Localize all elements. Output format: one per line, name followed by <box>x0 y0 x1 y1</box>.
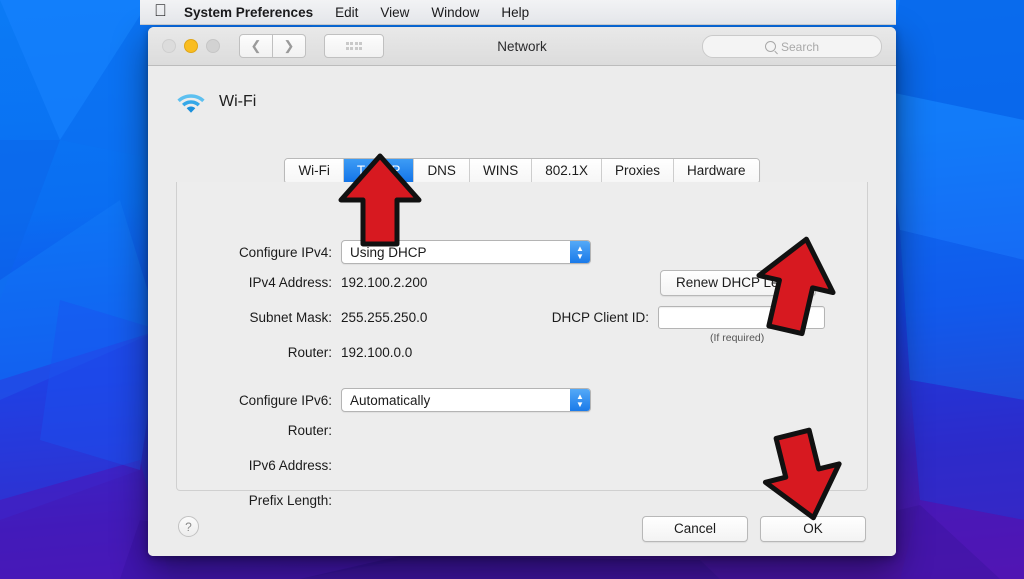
service-name: Wi-Fi <box>219 93 256 111</box>
search-input[interactable]: Search <box>702 35 882 58</box>
wifi-icon <box>176 90 206 114</box>
menu-item-view[interactable]: View <box>380 5 409 20</box>
tabs-group: Wi-Fi TCP/IP DNS WINS 802.1X Proxies Har… <box>284 158 759 184</box>
ipv4-address-row: IPv4 Address: 192.100.2.200 <box>201 275 427 290</box>
configure-ipv4-value: Using DHCP <box>342 245 427 260</box>
window-titlebar: ❮ ❯ Network Search <box>148 27 896 66</box>
configure-ipv6-select[interactable]: Automatically ▲▼ <box>341 388 591 412</box>
window-body: Wi-Fi Wi-Fi TCP/IP DNS WINS 802.1X Proxi… <box>148 66 896 556</box>
configure-ipv4-select[interactable]: Using DHCP ▲▼ <box>341 240 591 264</box>
subnet-mask-label: Subnet Mask: <box>201 310 341 325</box>
tab-bar: Wi-Fi TCP/IP DNS WINS 802.1X Proxies Har… <box>148 158 896 184</box>
renew-dhcp-lease-button[interactable]: Renew DHCP Lease <box>660 270 816 296</box>
ipv6-address-label: IPv6 Address: <box>201 458 341 473</box>
chevron-updown-icon-ipv6[interactable]: ▲▼ <box>570 389 590 411</box>
close-button[interactable] <box>162 39 176 53</box>
search-icon <box>765 41 776 52</box>
tab-8021x[interactable]: 802.1X <box>532 159 602 183</box>
ipv4-router-value: 192.100.0.0 <box>341 345 412 360</box>
cancel-button[interactable]: Cancel <box>642 516 748 542</box>
ipv6-router-label: Router: <box>201 423 341 438</box>
dhcp-client-id-row: DHCP Client ID: <box>522 306 825 329</box>
tab-tcpip[interactable]: TCP/IP <box>344 159 415 183</box>
grid-dots <box>346 42 363 50</box>
chevron-updown-icon[interactable]: ▲▼ <box>570 241 590 263</box>
menu-item-system-preferences[interactable]: System Preferences <box>184 5 313 20</box>
tcpip-settings-panel: Configure IPv4: Using DHCP ▲▼ IPv4 Addre… <box>176 182 868 491</box>
ipv4-router-row: Router: 192.100.0.0 <box>201 345 412 360</box>
dhcp-client-id-hint: (If required) <box>710 332 764 344</box>
ipv4-router-label: Router: <box>201 345 341 360</box>
dhcp-client-id-label: DHCP Client ID: <box>522 310 658 325</box>
apple-logo-icon[interactable]:  <box>154 3 168 20</box>
minimize-button[interactable] <box>184 39 198 53</box>
configure-ipv4-row: Configure IPv4: Using DHCP ▲▼ <box>201 240 591 264</box>
tab-wins[interactable]: WINS <box>470 159 532 183</box>
dialog-buttons: Cancel OK <box>642 516 866 542</box>
zoom-button[interactable] <box>206 39 220 53</box>
ipv4-address-label: IPv4 Address: <box>201 275 341 290</box>
help-label: ? <box>185 520 192 534</box>
desktop-screen:  System Preferences Edit View Window He… <box>0 0 1024 579</box>
prefix-length-row: Prefix Length: <box>201 493 341 508</box>
grid-view-icon[interactable] <box>324 34 384 58</box>
prefix-length-label: Prefix Length: <box>201 493 341 508</box>
ok-button[interactable]: OK <box>760 516 866 542</box>
chevron-right-icon[interactable]: ❯ <box>273 34 306 58</box>
chevron-left-icon[interactable]: ❮ <box>239 34 273 58</box>
help-button[interactable]: ? <box>178 516 199 537</box>
configure-ipv6-row: Configure IPv6: Automatically ▲▼ <box>201 388 591 412</box>
navigation-buttons: ❮ ❯ <box>239 34 306 58</box>
dhcp-client-id-input[interactable] <box>658 306 825 329</box>
tab-hardware[interactable]: Hardware <box>674 159 759 183</box>
ipv6-router-row: Router: <box>201 423 341 438</box>
search-placeholder: Search <box>781 40 819 54</box>
tab-wifi[interactable]: Wi-Fi <box>285 159 343 183</box>
ipv4-address-value: 192.100.2.200 <box>341 275 427 290</box>
subnet-mask-row: Subnet Mask: 255.255.250.0 <box>201 310 427 325</box>
service-header: Wi-Fi <box>176 90 256 114</box>
window-controls <box>162 39 220 53</box>
subnet-mask-value: 255.255.250.0 <box>341 310 427 325</box>
tab-dns[interactable]: DNS <box>414 159 470 183</box>
menu-item-help[interactable]: Help <box>501 5 529 20</box>
network-preferences-window: ❮ ❯ Network Search <box>148 27 896 556</box>
configure-ipv6-label: Configure IPv6: <box>201 393 341 408</box>
menu-item-window[interactable]: Window <box>431 5 479 20</box>
menu-item-edit[interactable]: Edit <box>335 5 358 20</box>
ipv6-address-row: IPv6 Address: <box>201 458 341 473</box>
menu-bar:  System Preferences Edit View Window He… <box>140 0 896 25</box>
configure-ipv6-value: Automatically <box>342 393 430 408</box>
tab-proxies[interactable]: Proxies <box>602 159 674 183</box>
configure-ipv4-label: Configure IPv4: <box>201 245 341 260</box>
